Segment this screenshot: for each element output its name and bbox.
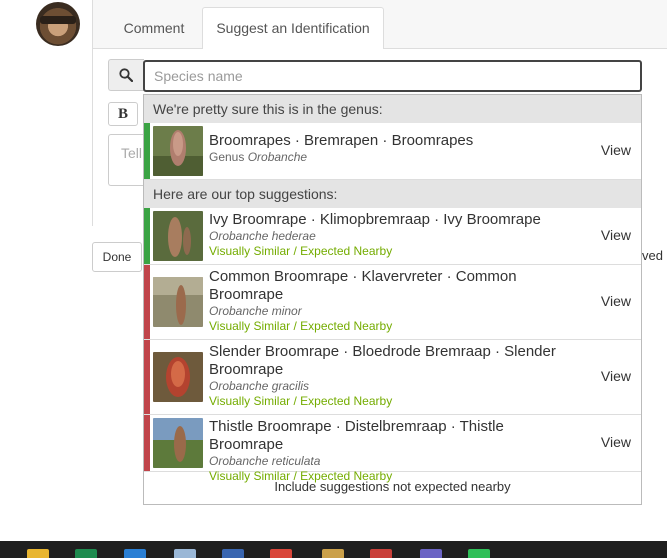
suggestions-dropdown: We're pretty sure this is in the genus: … [143, 94, 642, 505]
common-names: Ivy Broomrape · Klimopbremraap · Ivy Bro… [209, 211, 541, 228]
common-names: Slender Broomrape · Bloedrode Bremraap ·… [209, 343, 556, 378]
view-link[interactable]: View [601, 227, 631, 243]
match-bar-red [144, 415, 150, 471]
scientific-name: Genus Orobanche [209, 150, 571, 165]
spreadsheet-icon[interactable] [75, 549, 97, 558]
teams-icon[interactable] [420, 549, 442, 558]
user-avatar[interactable] [36, 2, 80, 46]
search-icon [119, 68, 133, 82]
genus-suggestion[interactable]: Broomrapes · Bremrapen · Broomrapes Genu… [144, 123, 641, 180]
taxon-photo [153, 418, 203, 468]
remarks-textarea[interactable]: Tell [108, 134, 148, 186]
scientific-name: Orobanche reticulata [209, 454, 321, 468]
app-icon[interactable] [322, 549, 344, 558]
app-icon[interactable] [370, 549, 392, 558]
taxon-scientific: Orobanche [247, 150, 308, 164]
match-bar-green [144, 123, 150, 179]
taxon-photo [153, 352, 203, 402]
document-icon[interactable] [174, 549, 196, 558]
search-addon [108, 59, 144, 91]
view-link[interactable]: View [601, 142, 631, 158]
match-bar-red [144, 265, 150, 339]
taxon-rank: Genus [209, 150, 245, 164]
scientific-name: Orobanche hederae [209, 229, 316, 243]
common-names: Common Broomrape · Klavervreter · Common… [209, 268, 517, 303]
chrome-icon[interactable] [270, 549, 292, 558]
taxon-photo [153, 277, 203, 327]
tab-suggest-identification[interactable]: Suggest an Identification [202, 7, 384, 49]
common-names: Broomrapes · Bremrapen · Broomrapes [209, 132, 474, 149]
top-suggestions-heading: Here are our top suggestions: [144, 180, 641, 208]
suggestion-row[interactable]: Slender Broomrape · Bloedrode Bremraap ·… [144, 340, 641, 415]
match-bar-green [144, 208, 150, 264]
view-link[interactable]: View [601, 368, 631, 384]
view-link[interactable]: View [601, 434, 631, 450]
done-button[interactable]: Done [92, 242, 142, 272]
scientific-name: Orobanche gracilis [209, 379, 310, 393]
bold-button[interactable]: B [108, 102, 138, 126]
tab-comment[interactable]: Comment [108, 8, 200, 48]
folder-icon[interactable] [27, 549, 49, 558]
suggestion-row[interactable]: Common Broomrape · Klavervreter · Common… [144, 265, 641, 340]
suggestion-row[interactable]: Thistle Broomrape · Distelbremraap · Thi… [144, 415, 641, 483]
whatsapp-icon[interactable] [468, 549, 490, 558]
species-name-input[interactable] [143, 60, 642, 92]
scientific-name: Orobanche minor [209, 304, 302, 318]
mail-icon[interactable] [124, 549, 146, 558]
common-names: Thistle Broomrape · Distelbremraap · Thi… [209, 418, 504, 453]
taxon-photo [153, 211, 203, 261]
suggestion-row[interactable]: Ivy Broomrape · Klimopbremraap · Ivy Bro… [144, 208, 641, 265]
truncated-label: ved [642, 248, 663, 263]
suggestion-reason: Visually Similar / Expected Nearby [209, 319, 393, 333]
save-icon[interactable] [222, 549, 244, 558]
view-link[interactable]: View [601, 293, 631, 309]
taxon-photo [153, 126, 203, 176]
match-bar-red [144, 340, 150, 414]
tab-divider [93, 48, 202, 49]
taskbar [0, 541, 667, 558]
suggestion-reason: Visually Similar / Expected Nearby [209, 394, 393, 408]
suggestion-reason: Visually Similar / Expected Nearby [209, 244, 393, 258]
suggestion-reason: Visually Similar / Expected Nearby [209, 469, 393, 483]
genus-heading: We're pretty sure this is in the genus: [144, 95, 641, 123]
